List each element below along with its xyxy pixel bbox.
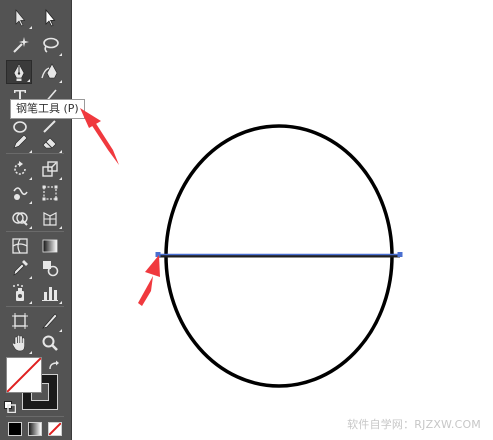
eyedropper-tool-button[interactable] <box>7 256 33 280</box>
pen-tool-button[interactable] <box>6 60 32 84</box>
symbol-sprayer-icon <box>13 284 24 301</box>
eraser-tool-button[interactable] <box>37 130 63 154</box>
annotation-arrow-anchor <box>138 255 160 306</box>
color-mode-button[interactable] <box>8 422 22 436</box>
pencil-tool-button[interactable] <box>7 130 33 154</box>
mesh-icon <box>12 238 28 254</box>
anchor-point-left[interactable] <box>155 252 161 257</box>
toolbar-divider <box>6 306 64 307</box>
none-slash-icon <box>49 423 61 435</box>
gradient-tool-button[interactable] <box>37 234 63 258</box>
magnifier-icon <box>42 335 58 351</box>
scale-icon <box>42 161 58 177</box>
magic-wand-icon <box>13 37 29 53</box>
pen-nib-icon <box>13 63 25 81</box>
warp-tool-button[interactable] <box>7 181 33 205</box>
zoom-tool-button[interactable] <box>37 331 63 355</box>
artboard-canvas <box>80 108 403 388</box>
column-graph-tool-button[interactable] <box>37 281 63 305</box>
toolbar-divider <box>6 416 64 417</box>
fill-color-swatch[interactable] <box>6 357 42 393</box>
rotate-icon <box>14 161 26 175</box>
watermark-text: 软件自学网：RJZXW.COM <box>347 418 481 431</box>
anchor-point-right[interactable] <box>397 252 403 257</box>
direct-selection-tool-button[interactable] <box>37 6 63 30</box>
slice-knife-icon <box>42 313 58 329</box>
shape-builder-tool-button[interactable] <box>7 206 33 230</box>
swap-fill-stroke-icon[interactable] <box>48 357 62 370</box>
shape-builder-icon <box>12 212 28 226</box>
mesh-tool-button[interactable] <box>7 234 33 258</box>
magic-wand-tool-button[interactable] <box>7 33 33 57</box>
rotate-tool-button[interactable] <box>7 157 33 181</box>
curvature-pen-icon <box>41 63 58 79</box>
tools-panel <box>0 0 72 440</box>
toolbar-divider <box>6 231 64 232</box>
lasso-tool-button[interactable] <box>37 33 63 57</box>
none-fill-slash-icon <box>7 358 41 392</box>
pen-tool-tooltip: 钢笔工具 (P) <box>10 99 85 119</box>
gradient-mode-button[interactable] <box>28 422 42 436</box>
hand-icon <box>12 335 25 352</box>
perspective-grid-icon <box>43 212 57 226</box>
eyedropper-icon <box>13 260 28 276</box>
scale-tool-button[interactable] <box>37 157 63 181</box>
lasso-icon <box>43 37 59 53</box>
free-transform-icon <box>42 185 58 201</box>
selection-tool-button[interactable] <box>7 6 33 30</box>
selection-arrow-icon <box>15 9 26 27</box>
ellipse-shape[interactable] <box>164 124 394 388</box>
blend-icon <box>43 261 59 277</box>
none-mode-button[interactable] <box>48 422 62 436</box>
warp-icon <box>13 187 28 200</box>
eraser-icon <box>42 137 57 149</box>
annotation-arrow-tooltip <box>80 108 119 165</box>
hand-tool-button[interactable] <box>7 331 33 355</box>
blend-tool-button[interactable] <box>37 256 63 280</box>
symbol-sprayer-tool-button[interactable] <box>7 281 33 305</box>
slice-tool-button[interactable] <box>37 309 63 333</box>
pencil-icon <box>13 134 28 149</box>
default-fill-stroke-icon[interactable] <box>4 398 17 414</box>
gradient-icon <box>42 239 58 253</box>
artboard-tool-button[interactable] <box>7 309 33 333</box>
column-graph-icon <box>42 287 58 301</box>
curvature-tool-button[interactable] <box>37 60 63 84</box>
artboard-icon <box>12 313 28 329</box>
free-transform-tool-button[interactable] <box>37 181 63 205</box>
perspective-grid-tool-button[interactable] <box>37 206 63 230</box>
direct-selection-arrow-icon <box>45 8 56 27</box>
